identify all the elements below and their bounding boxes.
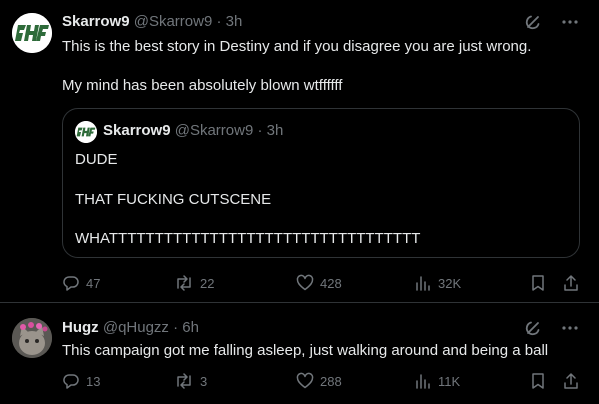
quoted-text-line: WHATTTTTTTTTTTTTTTTTTTTTTTTTTTTTTTTTT (75, 230, 421, 247)
separator-dot: · (216, 13, 222, 30)
timestamp[interactable]: 6h (182, 319, 199, 336)
tweet-text-line: This campaign got me falling asleep, jus… (62, 342, 549, 359)
timestamp: 3h (266, 122, 284, 139)
view-count: 11K (438, 373, 461, 389)
avatar (75, 121, 97, 143)
user-handle[interactable]: @Skarrow9 (134, 13, 213, 30)
like-button[interactable]: 428 (296, 274, 342, 292)
bookmark-icon (532, 373, 544, 389)
repost-icon (177, 275, 191, 291)
bookmark-button[interactable] (530, 274, 546, 292)
user-handle[interactable]: @qHugzz (103, 319, 169, 336)
quoted-tweet-header: Skarrow9 @Skarrow9 · 3h (103, 122, 283, 139)
reply-icon (63, 276, 79, 291)
quoted-tweet[interactable]: Skarrow9 @Skarrow9 · 3h DUDE THAT FUCKIN… (62, 108, 580, 258)
reply-count: 47 (86, 275, 101, 291)
tweet[interactable]: Skarrow9 @Skarrow9 · 3h This is the best… (0, 0, 599, 303)
bookmark-icon (532, 275, 544, 291)
repost-button[interactable]: 22 (174, 274, 214, 292)
heart-icon (296, 274, 314, 291)
like-button[interactable]: 288 (296, 372, 342, 390)
tweet-text-line: This is the best story in Destiny and if… (62, 38, 532, 55)
reply-button[interactable]: 13 (62, 372, 100, 390)
reply-icon (63, 374, 79, 389)
repost-button[interactable]: 3 (174, 372, 207, 390)
bookmark-button[interactable] (530, 372, 546, 390)
repost-count: 3 (200, 373, 208, 389)
heart-icon (296, 372, 314, 389)
reply-button[interactable]: 47 (62, 274, 100, 292)
repost-icon (177, 373, 191, 389)
quoted-text-line: DUDE (75, 151, 118, 168)
more-icon[interactable] (561, 319, 579, 337)
tweet[interactable]: Hugz @qHugzz · 6h This campaign got me f… (0, 304, 599, 404)
user-handle: @Skarrow9 (174, 122, 254, 139)
share-icon (564, 373, 578, 389)
share-button[interactable] (562, 372, 580, 390)
repost-count: 22 (200, 275, 215, 291)
views-button[interactable]: 32K (414, 274, 461, 292)
tweet-text-line: My mind has been absolutely blown wtffff… (62, 77, 343, 94)
display-name: Skarrow9 (103, 122, 171, 139)
timestamp[interactable]: 3h (226, 13, 243, 30)
separator-dot: · (257, 122, 263, 139)
view-count: 32K (438, 275, 462, 291)
reply-count: 13 (86, 373, 101, 389)
avatar[interactable] (12, 318, 52, 358)
display-name[interactable]: Skarrow9 (62, 13, 130, 30)
quoted-text-line: THAT FUCKING CUTSCENE (75, 191, 272, 208)
more-icon[interactable] (561, 13, 579, 31)
views-button[interactable]: 11K (414, 372, 460, 390)
action-bar: 13 3 288 11K (62, 372, 582, 392)
cat-avatar-icon (12, 318, 52, 358)
tweet-header: Hugz @qHugzz · 6h (62, 319, 199, 336)
like-count: 428 (320, 275, 342, 291)
share-button[interactable] (562, 274, 580, 292)
like-count: 288 (320, 373, 342, 389)
tweet-header: Skarrow9 @Skarrow9 · 3h (62, 13, 242, 30)
header-actions (523, 318, 579, 338)
share-icon (564, 275, 578, 291)
logo-icon (75, 121, 97, 143)
action-bar: 47 22 428 32K (62, 274, 582, 294)
avatar[interactable] (12, 13, 52, 53)
display-name[interactable]: Hugz (62, 319, 99, 336)
logo-icon (12, 13, 52, 53)
grok-icon[interactable] (523, 318, 543, 338)
grok-icon[interactable] (523, 12, 543, 32)
views-icon (416, 374, 430, 389)
header-actions (523, 12, 579, 32)
views-icon (416, 276, 430, 291)
separator-dot: · (173, 319, 179, 336)
